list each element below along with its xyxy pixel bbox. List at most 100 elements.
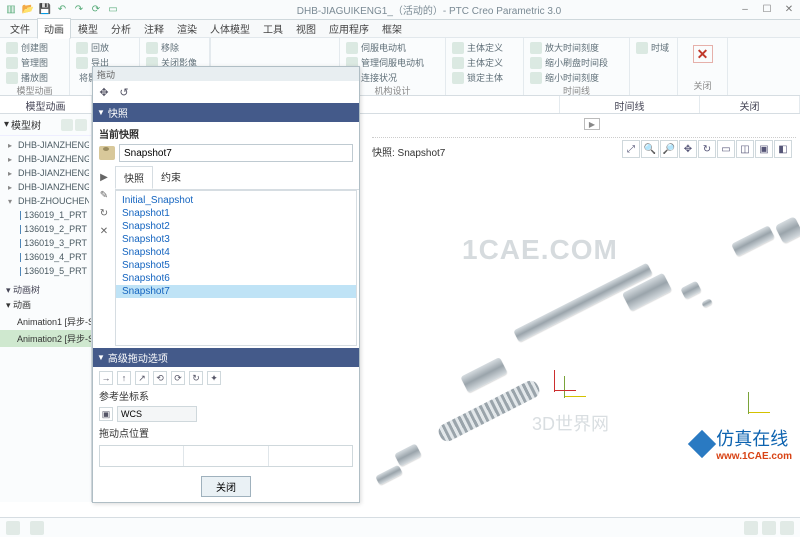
drag-body-icon[interactable]: ↺ — [117, 85, 131, 99]
vp-rotate-icon[interactable]: ↻ — [698, 140, 716, 158]
snapshot-item[interactable]: Snapshot4 — [116, 246, 356, 259]
qat-save-icon[interactable]: 💾 — [38, 3, 52, 17]
status-msg-icon[interactable] — [6, 521, 20, 535]
ribbon-manage-anim[interactable]: 管理图 — [6, 56, 63, 69]
drag-dialog[interactable]: 拖动 ✥ ↺ 快照 当前快照 ▶ ✎ ↻ ✕ 快照 约束 Initial_Sna… — [92, 66, 360, 503]
ribbon-lock-body[interactable]: 锁定主体 — [452, 71, 517, 84]
ribbon-servo-motor[interactable]: 伺服电动机 — [346, 41, 439, 54]
ribbon-zoom-in-time[interactable]: 放大时间刻度 — [530, 41, 623, 54]
snap-delete-icon[interactable]: ✕ — [97, 224, 111, 238]
maximize-button[interactable]: ☐ — [760, 4, 774, 15]
adv-ry-icon[interactable]: ⟳ — [171, 371, 185, 385]
snapshot-item[interactable]: Initial_Snapshot — [116, 194, 356, 207]
menu-tools[interactable]: 工具 — [257, 19, 289, 38]
snap-tab-constraints[interactable]: 约束 — [153, 166, 189, 189]
tab-model-anim[interactable]: 模型动画 — [0, 96, 92, 113]
snap-capture-icon[interactable]: ✎ — [97, 188, 111, 202]
tree-node[interactable]: ▸DHB-JIANZHENG — [2, 152, 89, 166]
vp-perspective-icon[interactable]: ▣ — [755, 140, 773, 158]
menu-applications[interactable]: 应用程序 — [323, 19, 375, 38]
snapshot-item[interactable]: Snapshot5 — [116, 259, 356, 272]
menu-file[interactable]: 文件 — [4, 19, 36, 38]
anim-node[interactable]: Animation1 [异步-S — [0, 313, 91, 330]
adv-tz-icon[interactable]: ↗ — [135, 371, 149, 385]
tree-node[interactable]: ▸DHB-JIANZHENG — [2, 180, 89, 194]
adv-csys-icon[interactable]: ✦ — [207, 371, 221, 385]
menu-analysis[interactable]: 分析 — [105, 19, 137, 38]
current-snapshot-input[interactable] — [119, 144, 353, 162]
vp-saved-view-icon[interactable]: ▭ — [717, 140, 735, 158]
ribbon-zoom-out-time[interactable]: 缩小时间刻度 — [530, 71, 623, 84]
snapshot-item[interactable]: Snapshot1 — [116, 207, 356, 220]
tab-timeline[interactable]: 时间线 — [560, 96, 700, 113]
tree-node[interactable]: 136019_2_PRT — [2, 222, 89, 236]
tree-settings-icon[interactable] — [75, 119, 87, 131]
snapshot-item[interactable]: Snapshot7 — [116, 285, 356, 298]
tree-node[interactable]: 136019_4_PRT — [2, 250, 89, 264]
vp-refit-icon[interactable]: ⤢ — [622, 140, 640, 158]
tree-node[interactable]: 136019_5_PRT — [2, 264, 89, 278]
adv-tx-icon[interactable]: → — [99, 371, 113, 385]
ref-csys-input[interactable] — [117, 406, 197, 422]
section-snapshot[interactable]: 快照 — [93, 103, 359, 122]
ribbon-playback[interactable]: 回放 — [76, 41, 133, 54]
tree-node[interactable]: ▾DHB-ZHOUCHENG — [2, 194, 89, 208]
tree-node[interactable]: ▸DHB-JIANZHENG — [2, 138, 89, 152]
vp-style-icon[interactable]: ◫ — [736, 140, 754, 158]
tree-filter-icon[interactable] — [61, 119, 73, 131]
snapshot-item[interactable]: Snapshot2 — [116, 220, 356, 233]
vp-zoom-out-icon[interactable]: 🔎 — [660, 140, 678, 158]
adv-rx-icon[interactable]: ⟲ — [153, 371, 167, 385]
tree-node[interactable]: 136019_3_PRT — [2, 236, 89, 250]
drag-point-grid[interactable] — [99, 445, 353, 467]
section-advanced[interactable]: 高级拖动选项 — [93, 348, 359, 367]
snapshot-list[interactable]: Initial_SnapshotSnapshot1Snapshot2Snapsh… — [115, 190, 357, 346]
status-geom-icon[interactable] — [780, 521, 794, 535]
status-filter-icon[interactable] — [744, 521, 758, 535]
ribbon-create-anim[interactable]: 创建图 — [6, 41, 63, 54]
camera-icon[interactable] — [99, 146, 115, 160]
snap-preview-icon[interactable]: ▶ — [97, 170, 111, 184]
ribbon-remove[interactable]: 移除 — [146, 41, 203, 54]
qat-window-icon[interactable]: ▭ — [106, 3, 120, 17]
adv-ty-icon[interactable]: ↑ — [117, 371, 131, 385]
timeline-play-icon[interactable]: ▶ — [584, 118, 600, 130]
anim-node[interactable]: Animation2 [异步-S — [0, 330, 91, 347]
qat-regen-icon[interactable]: ⟳ — [89, 3, 103, 17]
status-select-icon[interactable] — [762, 521, 776, 535]
anim-root[interactable]: 动画 — [13, 300, 31, 310]
ribbon-time-domain[interactable]: 时域 — [636, 41, 671, 54]
snapshot-item[interactable]: Snapshot3 — [116, 233, 356, 246]
tab-close[interactable]: 关闭 — [700, 96, 800, 113]
close-button[interactable]: ✕ — [782, 4, 796, 15]
status-info-icon[interactable] — [30, 521, 44, 535]
drag-point-icon[interactable]: ✥ — [97, 85, 111, 99]
ribbon-body-def2[interactable]: 主体定义 — [452, 56, 517, 69]
qat-redo-icon[interactable]: ↷ — [72, 3, 86, 17]
snap-tab-snapshots[interactable]: 快照 — [115, 166, 153, 189]
qat-undo-icon[interactable]: ↶ — [55, 3, 69, 17]
snap-update-icon[interactable]: ↻ — [97, 206, 111, 220]
qat-new-icon[interactable]: ▥ — [4, 3, 18, 17]
tree-node[interactable]: 136019_1_PRT — [2, 208, 89, 222]
minimize-button[interactable]: – — [738, 4, 752, 15]
menu-render[interactable]: 渲染 — [171, 19, 203, 38]
pick-csys-icon[interactable]: ▣ — [99, 407, 113, 421]
dialog-close-button[interactable]: 关闭 — [201, 476, 251, 497]
menu-animation[interactable]: 动画 — [37, 18, 71, 39]
menu-annotate[interactable]: 注释 — [138, 19, 170, 38]
snapshot-item[interactable]: Snapshot6 — [116, 272, 356, 285]
vp-display-icon[interactable]: ◧ — [774, 140, 792, 158]
menu-model[interactable]: 模型 — [72, 19, 104, 38]
menu-manikin[interactable]: 人体模型 — [204, 19, 256, 38]
adv-rz-icon[interactable]: ↻ — [189, 371, 203, 385]
model-tree[interactable]: ▸DHB-JIANZHENG▸DHB-JIANZHENG▸DHB-JIANZHE… — [0, 136, 91, 280]
vp-pan-icon[interactable]: ✥ — [679, 140, 697, 158]
ribbon-zoom-span[interactable]: 缩小刷盘时间段 — [530, 56, 623, 69]
tree-node[interactable]: ▸DHB-JIANZHENG — [2, 166, 89, 180]
qat-open-icon[interactable]: 📂 — [21, 3, 35, 17]
ribbon-close-icon[interactable]: ✕ — [693, 45, 713, 63]
ribbon-body-def1[interactable]: 主体定义 — [452, 41, 517, 54]
menu-view[interactable]: 视图 — [290, 19, 322, 38]
menu-framework[interactable]: 框架 — [376, 19, 408, 38]
